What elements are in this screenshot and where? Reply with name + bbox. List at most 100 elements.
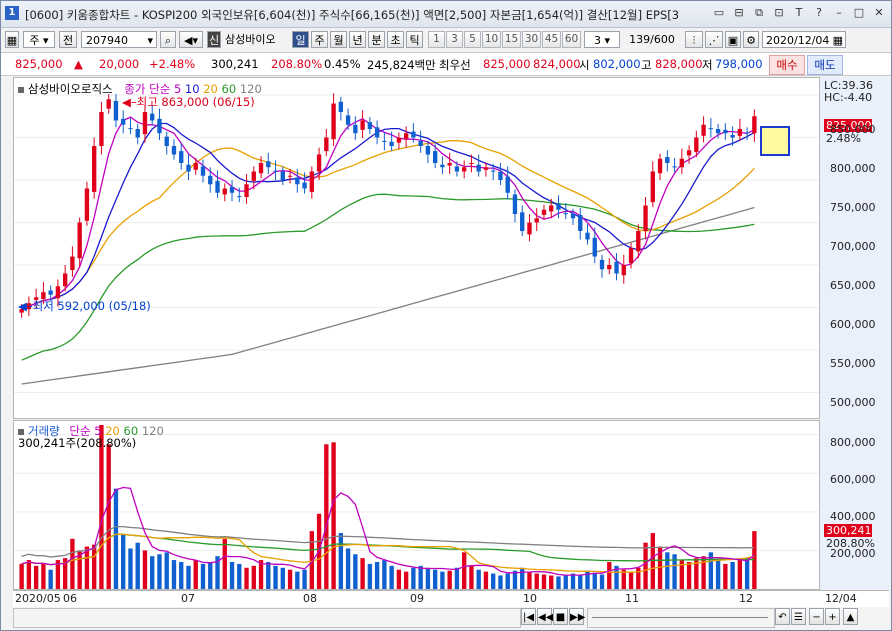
sell-button[interactable]: 매도 bbox=[807, 55, 843, 75]
candle-body bbox=[324, 137, 329, 152]
candle-body bbox=[737, 129, 743, 136]
period-button-3[interactable]: 년 bbox=[349, 31, 366, 48]
first-icon[interactable]: |◀ bbox=[521, 608, 536, 625]
interval-button-0[interactable]: 1 bbox=[428, 31, 445, 48]
back-icon[interactable]: ↶ bbox=[775, 608, 790, 625]
compare-button[interactable]: 전 bbox=[59, 31, 77, 48]
candle-type-icon[interactable]: ⫶ bbox=[685, 31, 703, 48]
up-icon[interactable]: ▲ bbox=[843, 608, 858, 625]
high-note: ◀–최고 863,000 (06/15) bbox=[122, 95, 255, 109]
candle-body bbox=[48, 290, 53, 295]
stock-name: 삼성바이오 bbox=[225, 33, 276, 46]
legend-square-icon bbox=[18, 428, 24, 435]
period-button-5[interactable]: 초 bbox=[387, 31, 404, 48]
price-change-pct: +2.48% bbox=[149, 57, 196, 71]
interval-button-5[interactable]: 30 bbox=[522, 31, 541, 48]
zoom-out-icon[interactable]: − bbox=[809, 608, 824, 625]
grid-icon[interactable]: ▦ bbox=[5, 31, 19, 48]
search-icon[interactable]: ⌕ bbox=[160, 31, 176, 48]
candle-body bbox=[476, 164, 481, 172]
volume-bar bbox=[432, 569, 438, 589]
candle-body bbox=[527, 222, 532, 235]
interval-button-7[interactable]: 60 bbox=[562, 31, 581, 48]
stock-code-input[interactable]: 207940 ▾ bbox=[81, 31, 157, 48]
stop-icon[interactable]: ■ bbox=[553, 608, 568, 625]
volume-bar bbox=[723, 563, 728, 589]
candle-body bbox=[614, 261, 619, 274]
data-count: 139/600 bbox=[629, 33, 675, 46]
candle-body bbox=[585, 232, 590, 240]
settings-gear-icon[interactable]: ⚙ bbox=[743, 31, 759, 48]
price-chart-area[interactable]: 삼성바이오로직스 종가 단순 5 10 20 60 120 ◀–최고 863,0… bbox=[13, 77, 821, 419]
candle-body bbox=[643, 205, 648, 231]
menu-icon[interactable]: ☰ bbox=[791, 608, 806, 625]
candle-body bbox=[229, 186, 235, 193]
period-button-0[interactable]: 일 bbox=[292, 31, 309, 48]
interval-button-4[interactable]: 15 bbox=[502, 31, 521, 48]
price-axis: LC:39.36 HC:-4.40 825,000 2.48% 850,000 8… bbox=[819, 77, 890, 419]
lock-icon[interactable]: ⊡ bbox=[771, 5, 787, 21]
screen-number-icon[interactable]: ▭ bbox=[711, 5, 727, 21]
help-icon[interactable]: ? bbox=[811, 5, 827, 21]
save-icon[interactable]: ▣ bbox=[725, 31, 741, 48]
period-type-select[interactable]: 주 ▾ bbox=[23, 31, 55, 48]
candle-body bbox=[251, 171, 256, 181]
volume-bar bbox=[462, 552, 467, 589]
candle-body bbox=[498, 171, 503, 180]
period-button-6[interactable]: 틱 bbox=[406, 31, 423, 48]
volume-bar bbox=[628, 571, 634, 589]
volume-bar bbox=[164, 552, 169, 589]
volume-tick-label: 400,000 bbox=[830, 510, 876, 523]
volume-chart-area[interactable]: 거래량 단순 5 20 60 120 300,241주(208.80%) bbox=[13, 420, 821, 590]
t-icon[interactable]: T bbox=[791, 5, 807, 21]
volume-bar bbox=[454, 567, 460, 589]
candle-body bbox=[650, 171, 655, 203]
copy-window-icon[interactable]: ⧉ bbox=[751, 5, 767, 21]
zoom-slider[interactable] bbox=[587, 608, 775, 628]
candle-body bbox=[679, 158, 684, 168]
interval-button-6[interactable]: 45 bbox=[542, 31, 561, 48]
date-input[interactable]: 2020/12/04 ▦ bbox=[762, 31, 846, 48]
zoom-track bbox=[592, 617, 768, 618]
x-end-label: 12/04 bbox=[825, 592, 857, 605]
volume-bar bbox=[483, 571, 489, 589]
prev-icon[interactable]: ◀◀ bbox=[537, 608, 553, 625]
shin-button[interactable]: 신 bbox=[207, 31, 221, 48]
minimize-icon[interactable]: – bbox=[831, 5, 847, 21]
period-button-1[interactable]: 주 bbox=[311, 31, 328, 48]
interval-select[interactable]: 3 ▾ bbox=[584, 31, 620, 48]
indicator-icon[interactable]: ⋰ bbox=[705, 31, 723, 48]
candle-body bbox=[237, 196, 242, 198]
candle-body bbox=[345, 115, 351, 125]
volume-bar bbox=[128, 548, 133, 589]
interval-button-1[interactable]: 3 bbox=[446, 31, 463, 48]
link-icon[interactable]: ⊟ bbox=[731, 5, 747, 21]
chart-scrollbar[interactable] bbox=[13, 608, 521, 628]
sound-icon[interactable]: ◀▾ bbox=[179, 31, 203, 48]
candle-body bbox=[396, 137, 402, 143]
candle-body bbox=[302, 182, 307, 189]
candle-body bbox=[403, 133, 409, 140]
volume-bar bbox=[208, 561, 213, 589]
candle-body bbox=[440, 164, 445, 168]
maximize-icon[interactable]: □ bbox=[851, 5, 867, 21]
period-button-2[interactable]: 월 bbox=[330, 31, 347, 48]
candle-body bbox=[121, 118, 126, 125]
next-icon[interactable]: ▶▶ bbox=[569, 608, 585, 625]
period-button-4[interactable]: 분 bbox=[368, 31, 385, 48]
interval-button-2[interactable]: 5 bbox=[464, 31, 481, 48]
legend-square-icon bbox=[18, 86, 24, 93]
hc-label: HC:-4.40 bbox=[824, 91, 873, 104]
x-tick-label: 11 bbox=[625, 592, 639, 605]
candle-body bbox=[193, 163, 198, 170]
zoom-in-icon[interactable]: + bbox=[825, 608, 840, 625]
volume-tick-label: 600,000 bbox=[830, 473, 876, 486]
interval-button-3[interactable]: 10 bbox=[482, 31, 501, 48]
candle-body bbox=[462, 167, 467, 172]
buy-button[interactable]: 매수 bbox=[769, 55, 805, 75]
volume-bar bbox=[505, 573, 510, 589]
volume-bar bbox=[374, 561, 380, 589]
volume-axis: 300,241 208.80% 800,000 600,000 400,000 200… bbox=[819, 420, 890, 590]
close-icon[interactable]: ✕ bbox=[871, 5, 887, 21]
volume-bar bbox=[186, 565, 191, 589]
